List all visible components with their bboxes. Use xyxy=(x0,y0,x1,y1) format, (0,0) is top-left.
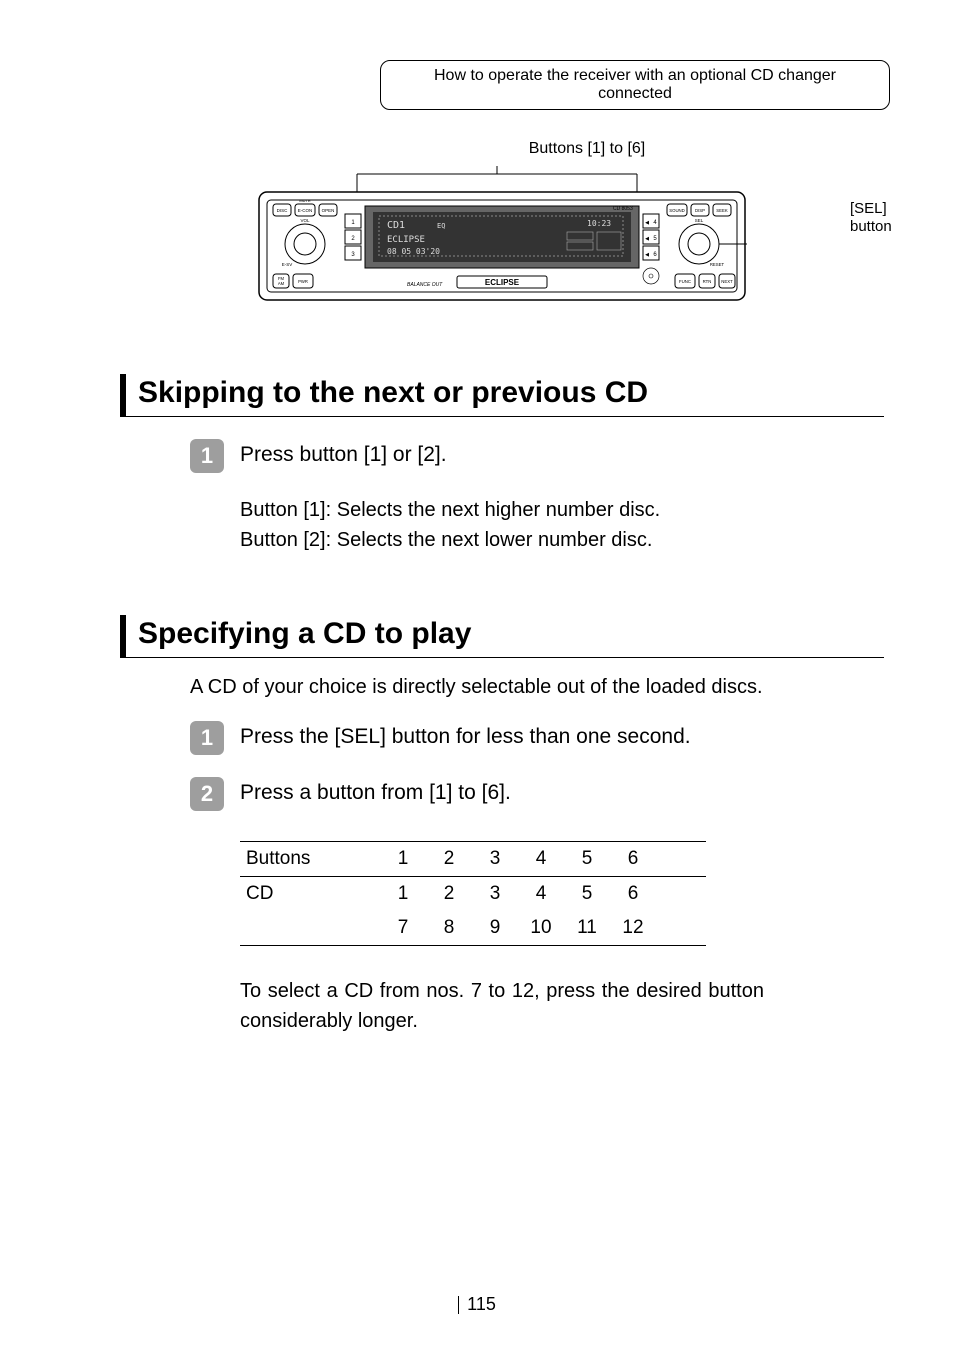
svg-text:DISC: DISC xyxy=(277,208,289,213)
svg-text:MUTE: MUTE xyxy=(299,198,311,203)
svg-text:EQ: EQ xyxy=(437,222,445,230)
step-badge-1b: 1 xyxy=(190,721,224,755)
table-cell: 2 xyxy=(426,842,472,877)
table-cell: 9 xyxy=(472,911,518,946)
svg-text:RESET: RESET xyxy=(710,262,725,267)
sel-button-callout: [SEL] button xyxy=(850,200,892,236)
svg-text:BALANCE OUT: BALANCE OUT xyxy=(407,282,443,288)
table-cell: 6 xyxy=(610,842,656,877)
section1-step1: 1 Press button [1] or [2]. xyxy=(190,439,884,473)
header-breadcrumb: How to operate the receiver with an opti… xyxy=(380,60,890,110)
svg-text:PWR: PWR xyxy=(298,279,308,284)
device-diagram: Buttons [1] to [6] DISC E-CON OPEN MUTE xyxy=(120,140,884,314)
table-cell: 11 xyxy=(564,911,610,946)
table-cell: 5 xyxy=(564,842,610,877)
section2-step1: 1 Press the [SEL] button for less than o… xyxy=(190,721,884,755)
table-cell: 3 xyxy=(472,842,518,877)
svg-text:◀: ◀ xyxy=(645,252,649,258)
svg-text:VOL: VOL xyxy=(300,218,310,223)
table-cell: 6 xyxy=(610,877,656,912)
svg-text:SOUND: SOUND xyxy=(669,208,685,213)
svg-text:ECLIPSE: ECLIPSE xyxy=(485,278,520,287)
svg-text:ECLIPSE: ECLIPSE xyxy=(387,235,425,245)
section1-sub1: Button [1]: Selects the next higher numb… xyxy=(240,495,884,525)
svg-text:SEL: SEL xyxy=(695,218,704,223)
svg-text:08 05 03'20: 08 05 03'20 xyxy=(387,247,440,256)
table-cell: 4 xyxy=(518,842,564,877)
step-badge-2: 2 xyxy=(190,777,224,811)
table-cell: 12 xyxy=(610,911,656,946)
diagram-top-caption: Buttons [1] to [6] xyxy=(290,140,884,158)
svg-text:◀: ◀ xyxy=(645,236,649,242)
svg-text:◀: ◀ xyxy=(645,220,649,226)
table-cell: 1 xyxy=(380,877,426,912)
section2-step2: 2 Press a button from [1] to [6]. xyxy=(190,777,884,811)
section1-step1-text: Press button [1] or [2]. xyxy=(240,439,447,467)
svg-text:DISP: DISP xyxy=(695,208,705,213)
button-cd-mapping-table: Buttons 1 2 3 4 5 6 CD 1 2 3 4 5 6 7 8 9… xyxy=(240,841,706,946)
section1-sub2: Button [2]: Selects the next lower numbe… xyxy=(240,525,884,555)
page-number: 115 xyxy=(0,1294,954,1315)
table-row-label-cd: CD xyxy=(240,877,380,912)
svg-text:RTN: RTN xyxy=(703,279,712,284)
section2-intro: A CD of your choice is directly selectab… xyxy=(190,676,884,699)
section1-sublines: Button [1]: Selects the next higher numb… xyxy=(240,495,884,555)
svg-text:CD1: CD1 xyxy=(387,220,405,231)
svg-text:E-SV: E-SV xyxy=(282,262,293,267)
table-cell: 1 xyxy=(380,842,426,877)
section2-step1-text: Press the [SEL] button for less than one… xyxy=(240,721,691,749)
table-cell: 8 xyxy=(426,911,472,946)
car-receiver-illustration: DISC E-CON OPEN MUTE VOL E-SV FMAM PWR B… xyxy=(257,164,747,314)
svg-text:AM: AM xyxy=(278,281,285,286)
section-heading-specifying: Specifying a CD to play xyxy=(120,615,884,658)
svg-text:E-CON: E-CON xyxy=(298,208,313,213)
table-cell: 4 xyxy=(518,877,564,912)
step-badge-1: 1 xyxy=(190,439,224,473)
svg-text:FUNC: FUNC xyxy=(679,279,691,284)
table-cell: 7 xyxy=(380,911,426,946)
table-cell: 2 xyxy=(426,877,472,912)
table-header-buttons: Buttons xyxy=(240,842,380,877)
section2-note: To select a CD from nos. 7 to 12, press … xyxy=(240,976,764,1036)
section-heading-skipping: Skipping to the next or previous CD xyxy=(120,374,884,417)
table-cell: 5 xyxy=(564,877,610,912)
svg-text:CD 8053: CD 8053 xyxy=(613,206,633,212)
table-cell: 10 xyxy=(518,911,564,946)
section2-step2-text: Press a button from [1] to [6]. xyxy=(240,777,511,805)
sel-label-line1: [SEL] xyxy=(850,200,887,217)
sel-label-line2: button xyxy=(850,218,892,235)
svg-text:10:23: 10:23 xyxy=(587,219,611,228)
table-cell: 3 xyxy=(472,877,518,912)
svg-text:OPEN: OPEN xyxy=(322,208,335,213)
svg-text:SEEK: SEEK xyxy=(716,208,728,213)
svg-text:NEXT: NEXT xyxy=(721,279,733,284)
